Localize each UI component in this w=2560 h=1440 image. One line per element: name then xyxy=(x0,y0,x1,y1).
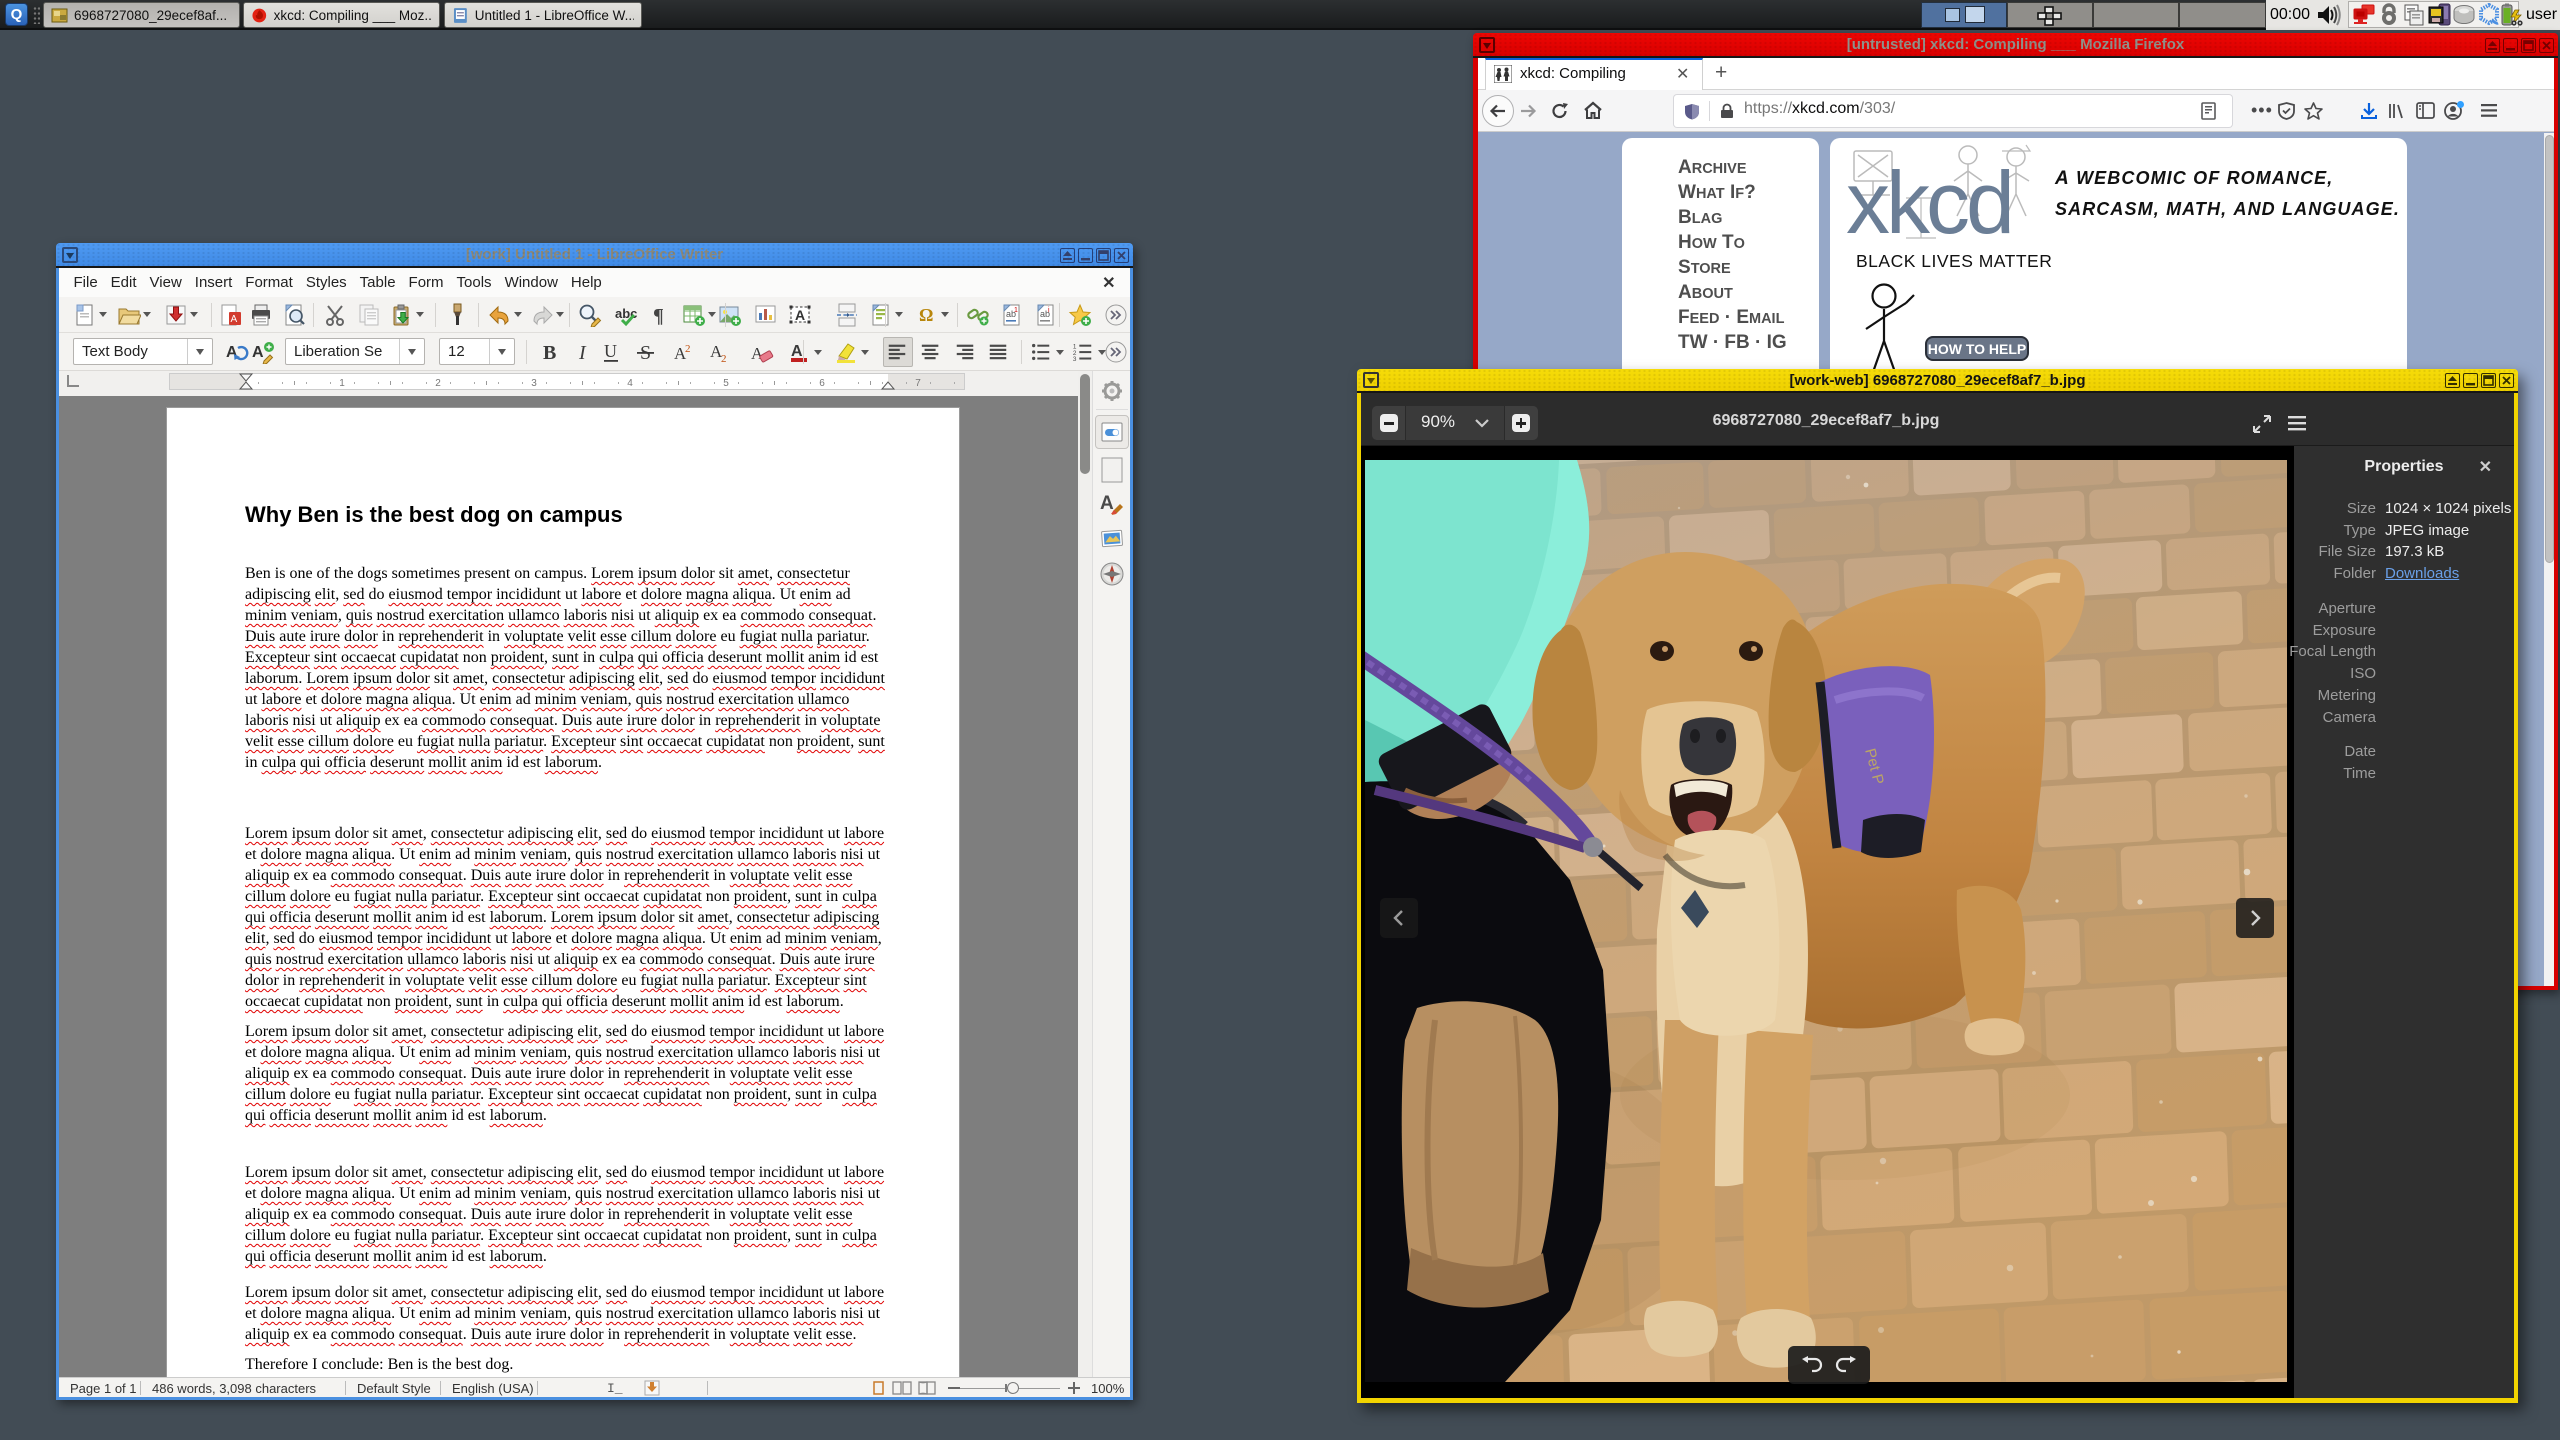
svg-text:abc: abc xyxy=(615,306,637,321)
svg-text:2: 2 xyxy=(685,343,691,355)
svg-text:U: U xyxy=(604,341,617,361)
svg-text:1: 1 xyxy=(339,378,345,389)
svg-text:7: 7 xyxy=(915,378,921,389)
svg-text:5: 5 xyxy=(723,378,729,389)
svg-text:4: 4 xyxy=(627,378,633,389)
svg-text:Ω: Ω xyxy=(919,305,933,325)
svg-text:A: A xyxy=(791,343,803,360)
svg-text:xkcd: xkcd xyxy=(1846,153,2011,248)
svg-text:2: 2 xyxy=(435,378,441,389)
svg-text:A: A xyxy=(795,307,805,323)
svg-text:¶: ¶ xyxy=(653,305,664,327)
svg-text:I: I xyxy=(578,342,587,364)
svg-text:3: 3 xyxy=(531,378,537,389)
svg-text:A: A xyxy=(231,314,238,325)
svg-text:A: A xyxy=(1100,493,1114,514)
svg-text:B: B xyxy=(543,342,556,364)
svg-text:3: 3 xyxy=(1073,356,1077,363)
svg-text:6: 6 xyxy=(819,378,825,389)
svg-text:2: 2 xyxy=(721,353,727,364)
svg-text:A: A xyxy=(252,344,264,361)
svg-text:1: 1 xyxy=(1014,307,1018,314)
